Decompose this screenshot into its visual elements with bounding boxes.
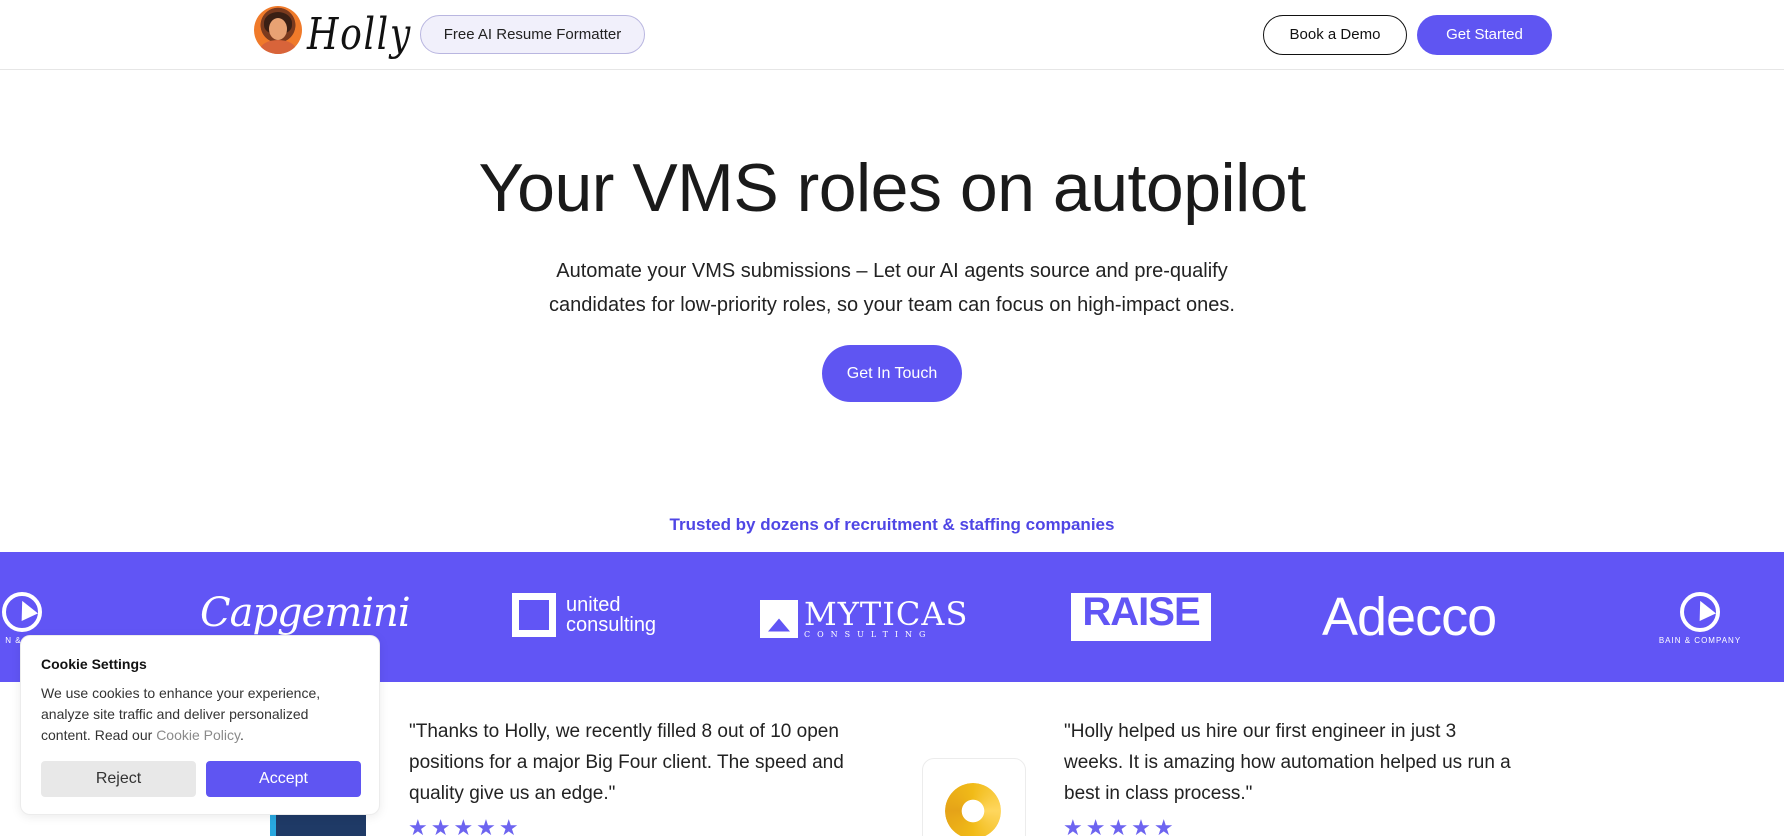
free-resume-formatter-button[interactable]: Free AI Resume Formatter [420,15,645,54]
united-consulting-text: united consulting [566,595,656,635]
testimonial-2-line-1: "Holly helped us hire our first engineer… [1064,721,1457,742]
testimonial-1-star-rating: ★★★★★ [408,815,522,836]
holly-avatar-logo[interactable] [254,6,302,54]
united-text-line1: united [566,594,621,616]
bain-mark-icon [1680,592,1720,632]
bain-caption: BAIN & COMPANY [1658,636,1742,645]
trusted-heading: Trusted by dozens of recruitment & staff… [669,515,1115,534]
cookie-title: Cookie Settings [41,656,147,672]
testimonial-1-line-1: "Thanks to Holly, we recently filled 8 o… [409,721,839,742]
testimonial-quote-1: "Thanks to Holly, we recently filled 8 o… [409,716,869,809]
top-navbar: Holly Free AI Resume Formatter Book a De… [0,0,1784,70]
hero-subtitle-line-1: Automate your VMS submissions – Let our … [556,260,1228,282]
cookie-period: . [239,727,244,743]
cookie-accept-button[interactable]: Accept [206,761,361,797]
avatar-shirt [260,40,296,54]
testimonial-1-line-2: positions for a major Big Four client. T… [409,752,844,773]
testimonial-quote-2: "Holly helped us hire our first engineer… [1064,716,1534,809]
united-consulting-logo: united consulting [512,593,656,637]
cookie-reject-button[interactable]: Reject [41,761,196,797]
united-text-line2: consulting [566,614,657,636]
get-in-touch-button[interactable]: Get In Touch [822,345,962,402]
hero-subtitle: Automate your VMS submissions – Let our … [492,254,1292,322]
adecco-logo: Adecco [1322,587,1497,647]
get-started-button[interactable]: Get Started [1417,15,1552,55]
testimonial-2-line-3: best in class process." [1064,783,1253,804]
cookie-settings-dialog: Cookie Settings We use cookies to enhanc… [20,635,380,815]
bain-logo: BAIN & COMPANY [1652,592,1748,645]
holly-wordmark[interactable]: Holly [307,10,412,60]
cookie-text: We use cookies to enhance your experienc… [41,683,361,746]
testimonial-company-logo-right [922,758,1026,836]
raise-logo: RAISE [1071,593,1211,641]
hero-title: Your VMS roles on autopilot [478,150,1306,226]
cookie-policy-link[interactable]: Cookie Policy [156,727,240,743]
spiral-logo-icon [945,783,1001,836]
avatar-face [269,18,287,40]
myticas-mark-icon [760,599,798,638]
united-square-icon [512,593,556,637]
bain-mark-icon [2,592,42,632]
hero-subtitle-line-2: candidates for low-priority roles, so yo… [549,294,1235,316]
capgemini-logo: Capgemini [200,590,411,636]
myticas-logo: MYTICAS CONSULTING [760,598,968,639]
testimonial-1-line-3: quality give us an edge." [409,783,616,804]
myticas-name: MYTICAS [804,595,969,633]
testimonial-2-line-2: weeks. It is amazing how automation help… [1064,752,1511,773]
book-demo-button[interactable]: Book a Demo [1263,15,1407,55]
testimonial-2-star-rating: ★★★★★ [1063,815,1177,836]
myticas-text: MYTICAS CONSULTING [804,598,968,639]
